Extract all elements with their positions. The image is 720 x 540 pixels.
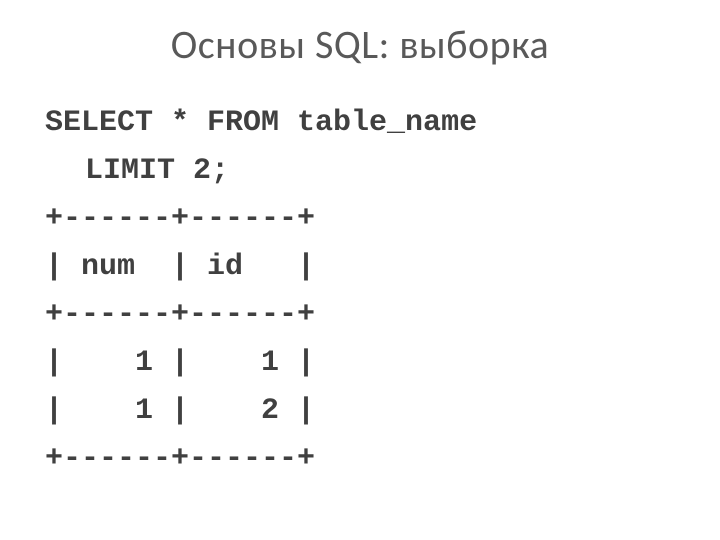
table-border-top: +------+------+ <box>45 195 690 243</box>
table-border-bot: +------+------+ <box>45 435 690 483</box>
page-title: Основы SQL: выборка <box>30 20 690 69</box>
table-header: | num | id | <box>45 243 690 291</box>
table-row-1: | 1 | 1 | <box>45 339 690 387</box>
sql-select-line: SELECT * FROM table_name <box>45 99 690 147</box>
sql-limit-line: LIMIT 2; <box>45 147 690 195</box>
table-row-2: | 1 | 2 | <box>45 387 690 435</box>
table-border-mid: +------+------+ <box>45 291 690 339</box>
sql-code-block: SELECT * FROM table_name LIMIT 2; +-----… <box>30 99 690 483</box>
